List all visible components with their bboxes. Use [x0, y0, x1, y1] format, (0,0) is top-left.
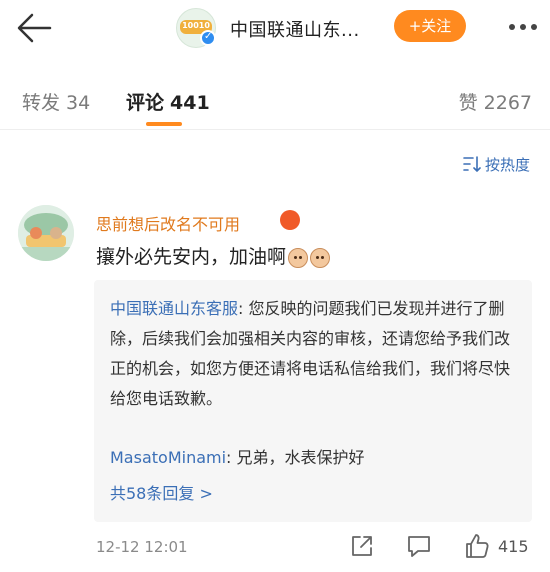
comment-text: 攘外必先安内，加油啊 [96, 242, 331, 269]
avatar-image [18, 205, 74, 261]
tab-bar: 转发 34 评论 441 赞 2267 [0, 74, 550, 130]
share-button[interactable] [350, 534, 374, 558]
active-tab-indicator [146, 122, 182, 126]
cat-emoji-icon [288, 247, 309, 268]
follow-button[interactable]: +关注 [394, 10, 466, 42]
share-icon [352, 536, 372, 556]
more-replies-link[interactable]: 共58条回复 > [110, 480, 213, 504]
commenter-avatar[interactable] [18, 205, 74, 261]
more-dots-icon [509, 24, 537, 30]
sort-button[interactable]: 按热度 [463, 152, 530, 176]
commenter-name[interactable]: 思前想后改名不可用 [96, 211, 240, 235]
reply-item[interactable]: MasatoMinami: 兄弟，水表保护好 [110, 444, 365, 468]
tab-reposts-label: 转发 [22, 92, 61, 114]
tab-likes-count: 2267 [483, 92, 532, 114]
comment-body: 攘外必先安内，加油啊 [96, 246, 287, 268]
reply-author[interactable]: MasatoMinami [110, 448, 226, 467]
thumbs-up-icon [466, 534, 489, 558]
like-button[interactable]: 415 [464, 532, 529, 560]
reply-item[interactable]: 中国联通山东客服: 您反映的问题我们已发现并进行了删除，后续我们会加强相关内容的… [110, 294, 520, 414]
tab-reposts-count: 34 [66, 92, 91, 114]
tab-comments-count: 441 [170, 92, 210, 114]
more-button[interactable] [506, 10, 540, 44]
tab-reposts[interactable]: 转发 34 [22, 88, 90, 115]
back-button[interactable] [14, 10, 54, 46]
header: 10010 ✓ 中国联通山东... +关注 [0, 0, 550, 60]
reply-text: : 兄弟，水表保护好 [226, 448, 365, 467]
tab-likes-label: 赞 [458, 92, 478, 114]
comment-button[interactable] [406, 534, 432, 558]
comment-icon [408, 536, 430, 557]
comment-timestamp: 12-12 12:01 [96, 538, 188, 556]
like-count: 415 [498, 536, 529, 556]
back-arrow-icon [17, 13, 52, 43]
account-name[interactable]: 中国联通山东... [230, 16, 360, 42]
verified-icon: ✓ [200, 30, 216, 46]
reply-author[interactable]: 中国联通山东客服 [110, 299, 238, 318]
replies-box[interactable]: 中国联通山东客服: 您反映的问题我们已发现并进行了删除，后续我们会加强相关内容的… [94, 280, 532, 522]
tab-likes[interactable]: 赞 2267 [459, 88, 532, 115]
sort-icon [463, 156, 481, 172]
sort-label: 按热度 [484, 155, 530, 174]
tab-comments[interactable]: 评论 441 [126, 88, 210, 115]
avatar-logo-text: 10010 [182, 21, 210, 30]
fan-badge-icon [280, 210, 300, 230]
cat-emoji-icon [310, 247, 331, 268]
tab-comments-label: 评论 [126, 92, 165, 114]
